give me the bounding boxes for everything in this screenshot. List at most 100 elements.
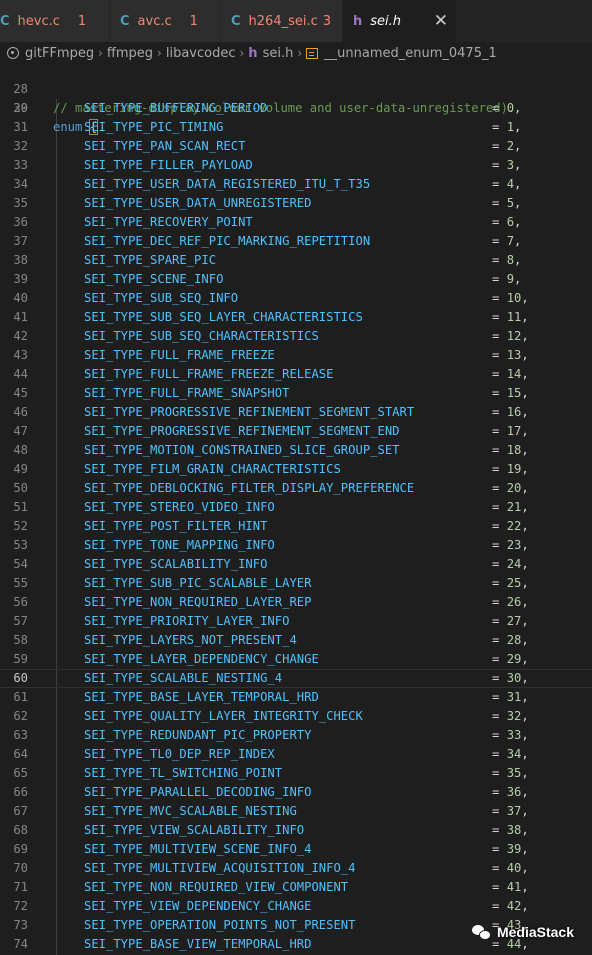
line-number: 37	[13, 234, 28, 248]
code-line[interactable]: 30 SEI_TYPE_BUFFERING_PERIOD = 0,	[0, 99, 592, 118]
code-line[interactable]: 56 SEI_TYPE_NON_REQUIRED_LAYER_REP = 26,	[0, 593, 592, 612]
header-file-icon: h	[248, 45, 258, 61]
enum-assignment: = 9,	[492, 272, 522, 286]
breadcrumb-item-symbol[interactable]: __unnamed_enum_0475_1	[324, 46, 497, 61]
enum-assignment: = 3,	[492, 158, 522, 172]
code-line[interactable]: 31 SEI_TYPE_PIC_TIMING = 1,	[0, 118, 592, 137]
enum-constant: SEI_TYPE_SUB_SEQ_LAYER_CHARACTERISTICS	[84, 310, 363, 324]
line-number: 55	[13, 576, 28, 590]
close-icon[interactable]: ✕	[434, 11, 448, 31]
enum-assignment: = 17,	[492, 424, 529, 438]
enum-value: 40	[506, 861, 522, 875]
code-line[interactable]: 29 enum {	[0, 80, 592, 135]
breadcrumb-item-file[interactable]: sei.h	[263, 46, 294, 61]
code-line[interactable]: 55 SEI_TYPE_SUB_PIC_SCALABLE_LAYER = 25,	[0, 574, 592, 593]
breadcrumb-item-libavcodec[interactable]: libavcodec	[166, 46, 236, 61]
code-line[interactable]: 39 SEI_TYPE_SCENE_INFO = 9,	[0, 270, 592, 289]
enum-value: 13	[506, 348, 522, 362]
code-line[interactable]: 45 SEI_TYPE_FULL_FRAME_SNAPSHOT = 15,	[0, 384, 592, 403]
code-line[interactable]: 34 SEI_TYPE_USER_DATA_REGISTERED_ITU_T_T3…	[0, 175, 592, 194]
enum-constant: SEI_TYPE_DEC_REF_PIC_MARKING_REPETITION	[84, 234, 371, 248]
enum-constant: SEI_TYPE_NON_REQUIRED_LAYER_REP	[84, 595, 312, 609]
enum-value: 31	[506, 690, 522, 704]
enum-constant: SEI_TYPE_TL0_DEP_REP_INDEX	[84, 747, 275, 761]
code-line[interactable]: 52 SEI_TYPE_POST_FILTER_HINT = 22,	[0, 517, 592, 536]
code-line-current[interactable]: 60 SEI_TYPE_SCALABLE_NESTING_4 = 30,	[0, 669, 592, 688]
code-line[interactable]: 40 SEI_TYPE_SUB_SEQ_INFO = 10,	[0, 289, 592, 308]
enum-constant: SEI_TYPE_PARALLEL_DECODING_INFO	[84, 785, 312, 799]
enum-value: 27	[506, 614, 522, 628]
enum-constant: SEI_TYPE_SCENE_INFO	[84, 272, 224, 286]
code-line[interactable]: 63 SEI_TYPE_REDUNDANT_PIC_PROPERTY = 33,	[0, 726, 592, 745]
code-line[interactable]: 59 SEI_TYPE_LAYER_DEPENDENCY_CHANGE = 29,	[0, 650, 592, 669]
line-number: 32	[13, 139, 28, 153]
line-number: 43	[13, 348, 28, 362]
line-number: 74	[13, 937, 28, 951]
line-number: 71	[13, 880, 28, 894]
code-line[interactable]: 41 SEI_TYPE_SUB_SEQ_LAYER_CHARACTERISTICS…	[0, 308, 592, 327]
line-number: 52	[13, 519, 28, 533]
enum-assignment: = 28,	[492, 633, 529, 647]
enum-value: 1	[506, 120, 515, 134]
code-line[interactable]: 37 SEI_TYPE_DEC_REF_PIC_MARKING_REPETITIO…	[0, 232, 592, 251]
watermark-text: MediaStack	[496, 924, 574, 940]
code-line[interactable]: 71 SEI_TYPE_NON_REQUIRED_VIEW_COMPONENT = …	[0, 878, 592, 897]
line-number: 49	[13, 462, 28, 476]
enum-value: 36	[506, 785, 522, 799]
enum-assignment: = 30,	[492, 671, 529, 685]
code-line[interactable]: 38 SEI_TYPE_SPARE_PIC = 8,	[0, 251, 592, 270]
code-line[interactable]: 46 SEI_TYPE_PROGRESSIVE_REFINEMENT_SEGMEN…	[0, 403, 592, 422]
enum-value: 0	[506, 101, 515, 115]
enum-constant: SEI_TYPE_SUB_SEQ_CHARACTERISTICS	[84, 329, 319, 343]
code-line[interactable]: 66 SEI_TYPE_PARALLEL_DECODING_INFO = 36,	[0, 783, 592, 802]
tab-avc-c[interactable]: Cavc.c 1	[110, 0, 221, 42]
line-number: 31	[13, 120, 28, 134]
code-line[interactable]: 48 SEI_TYPE_MOTION_CONSTRAINED_SLICE_GROU…	[0, 441, 592, 460]
tab-hevc-c[interactable]: Chevc.c 1	[0, 0, 110, 42]
tab-h264-sei-c[interactable]: Ch264_sei.c 3	[221, 0, 343, 42]
code-line[interactable]: 62 SEI_TYPE_QUALITY_LAYER_INTEGRITY_CHECK…	[0, 707, 592, 726]
line-number: 34	[13, 177, 28, 191]
watermark: MediaStack	[471, 924, 574, 940]
code-line[interactable]: 72 SEI_TYPE_VIEW_DEPENDENCY_CHANGE = 42,	[0, 897, 592, 916]
wechat-icon	[471, 924, 492, 940]
enum-assignment: = 10,	[492, 291, 529, 305]
line-number: 53	[13, 538, 28, 552]
code-line[interactable]: 49 SEI_TYPE_FILM_GRAIN_CHARACTERISTICS = 1…	[0, 460, 592, 479]
code-line[interactable]: 61 SEI_TYPE_BASE_LAYER_TEMPORAL_HRD = 31,	[0, 688, 592, 707]
line-number: 59	[13, 652, 28, 666]
code-line[interactable]: 28 // mastering-display-colour-volume an…	[0, 61, 592, 115]
code-editor[interactable]: 28 // mastering-display-colour-volume an…	[0, 61, 592, 955]
enum-constant: SEI_TYPE_BUFFERING_PERIOD	[84, 101, 268, 115]
code-line[interactable]: 54 SEI_TYPE_SCALABILITY_INFO = 24,	[0, 555, 592, 574]
breadcrumb-item-repo[interactable]: gitFFmpeg	[25, 46, 94, 61]
enum-assignment: = 23,	[492, 538, 529, 552]
tab-sei-h[interactable]: h sei.h ✕	[343, 0, 457, 42]
code-line[interactable]: 32 SEI_TYPE_PAN_SCAN_RECT = 2,	[0, 137, 592, 156]
code-line[interactable]: 68 SEI_TYPE_VIEW_SCALABILITY_INFO = 38,	[0, 821, 592, 840]
enum-value: 42	[506, 899, 522, 913]
code-line[interactable]: 58 SEI_TYPE_LAYERS_NOT_PRESENT_4 = 28,	[0, 631, 592, 650]
code-line[interactable]: 57 SEI_TYPE_PRIORITY_LAYER_INFO = 27,	[0, 612, 592, 631]
code-line[interactable]: 65 SEI_TYPE_TL_SWITCHING_POINT = 35,	[0, 764, 592, 783]
code-line[interactable]: 64 SEI_TYPE_TL0_DEP_REP_INDEX = 34,	[0, 745, 592, 764]
line-number: 64	[13, 747, 28, 761]
code-line[interactable]: 43 SEI_TYPE_FULL_FRAME_FREEZE = 13,	[0, 346, 592, 365]
code-line[interactable]: 35 SEI_TYPE_USER_DATA_UNREGISTERED = 5,	[0, 194, 592, 213]
code-line[interactable]: 44 SEI_TYPE_FULL_FRAME_FREEZE_RELEASE = 14…	[0, 365, 592, 384]
code-line[interactable]: 67 SEI_TYPE_MVC_SCALABLE_NESTING = 37,	[0, 802, 592, 821]
code-line[interactable]: 51 SEI_TYPE_STEREO_VIDEO_INFO = 21,	[0, 498, 592, 517]
code-line[interactable]: 47 SEI_TYPE_PROGRESSIVE_REFINEMENT_SEGMEN…	[0, 422, 592, 441]
code-line[interactable]: 36 SEI_TYPE_RECOVERY_POINT = 6,	[0, 213, 592, 232]
breadcrumb-item-ffmpeg[interactable]: ffmpeg	[107, 46, 153, 61]
code-line[interactable]: 50 SEI_TYPE_DEBLOCKING_FILTER_DISPLAY_PRE…	[0, 479, 592, 498]
code-line[interactable]: 33 SEI_TYPE_FILLER_PAYLOAD = 3,	[0, 156, 592, 175]
code-line[interactable]: 69 SEI_TYPE_MULTIVIEW_SCENE_INFO_4 = 39,	[0, 840, 592, 859]
code-line[interactable]: 70 SEI_TYPE_MULTIVIEW_ACQUISITION_INFO_4 =…	[0, 859, 592, 878]
code-line[interactable]: 42 SEI_TYPE_SUB_SEQ_CHARACTERISTICS = 12,	[0, 327, 592, 346]
enum-constant: SEI_TYPE_MULTIVIEW_ACQUISITION_INFO_4	[84, 861, 356, 875]
enum-value: 19	[506, 462, 522, 476]
enum-value: 16	[506, 405, 522, 419]
line-number: 68	[13, 823, 28, 837]
code-line[interactable]: 53 SEI_TYPE_TONE_MAPPING_INFO = 23,	[0, 536, 592, 555]
